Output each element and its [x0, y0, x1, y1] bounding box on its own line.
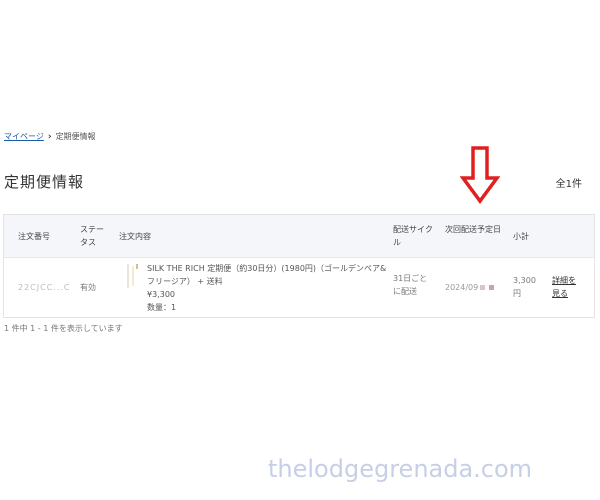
total-count: 全1件: [555, 179, 582, 190]
status-badge: 有効: [80, 283, 96, 292]
order-number: 22CJCC...C: [18, 283, 71, 292]
page-title: 定期便情報: [4, 173, 85, 191]
next-date-text: 2024/09: [445, 283, 479, 292]
subscription-table: 注文番号 ステータス 注文内容 配送サイクル 次回配送予定日 小計 22CJCC…: [3, 214, 595, 318]
header-cycle: 配送サイクル: [393, 225, 433, 247]
table-row: 22CJCC...C 有効 SILK THE RICH 定期便（約30日分）(1…: [4, 257, 594, 319]
product-info: SILK THE RICH 定期便（約30日分）(1980円)（ゴールデンペア&…: [147, 262, 387, 314]
pagination-summary: 1 件中 1 - 1 件を表示しています: [4, 324, 123, 333]
next-delivery-date: 2024/09: [445, 281, 495, 294]
redacted-mark: [480, 285, 486, 290]
product-price: ¥3,300: [147, 290, 175, 299]
red-down-arrow-icon: [459, 146, 501, 204]
subtotal: 3,300円: [513, 276, 536, 298]
header-status: ステータス: [80, 225, 104, 247]
product-name: SILK THE RICH 定期便（約30日分）(1980円)（ゴールデンペア&…: [147, 264, 387, 286]
chevron-right-icon: ›: [47, 131, 52, 142]
watermark: thelodgegrenada.com: [268, 455, 533, 483]
product-quantity: 数量：1: [147, 303, 177, 312]
breadcrumb-mypage-link[interactable]: マイページ: [4, 131, 44, 142]
breadcrumb-current: 定期便情報: [55, 132, 96, 141]
delivery-cycle: 31日ごとに配送: [393, 274, 428, 296]
header-order-no: 注文番号: [18, 232, 50, 241]
table-header: 注文番号 ステータス 注文内容 配送サイクル 次回配送予定日 小計: [4, 215, 594, 258]
header-next-date: 次回配送予定日: [445, 225, 501, 234]
product-thumbnail: [125, 264, 139, 290]
breadcrumb: マイページ › 定期便情報: [4, 131, 96, 142]
header-contents: 注文内容: [119, 232, 151, 241]
header-subtotal: 小計: [513, 232, 529, 241]
redacted-mark: [489, 285, 495, 290]
detail-link[interactable]: 詳細を見る: [552, 274, 580, 300]
